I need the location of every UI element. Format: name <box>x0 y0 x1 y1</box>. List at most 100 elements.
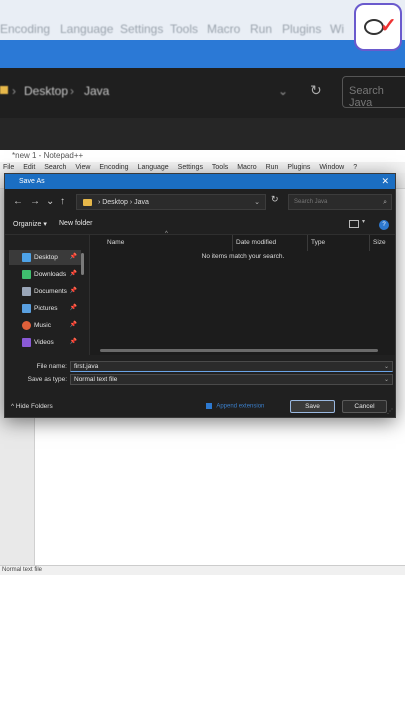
music-icon <box>22 321 31 330</box>
background-explorer: › Desktop › Java ⌄ ↻ Search Java <box>0 68 405 150</box>
chevron-down-icon[interactable]: ⌄ <box>254 195 260 210</box>
menu-settings[interactable]: Settings <box>178 164 203 171</box>
dialog-navbar: ← → ⌄ ↑ › Desktop › Java ⌄ ↻ Search Java… <box>5 189 395 215</box>
checkmark-icon: ✓ <box>380 15 397 37</box>
search-input[interactable]: Search Java ⌕ <box>288 194 392 210</box>
chevron-down-icon: ⌄ <box>278 84 289 98</box>
forward-arrow-icon[interactable]: → <box>30 196 40 207</box>
file-name-input[interactable]: first.java ⌄ <box>70 361 393 372</box>
help-icon[interactable]: ? <box>379 220 389 230</box>
menu-help[interactable]: ? <box>353 164 357 171</box>
bg-menu-item: Run <box>250 22 273 36</box>
sidebar-label: Videos <box>34 339 54 346</box>
screen: Encoding Language Settings Tools Macro R… <box>0 0 405 720</box>
column-size[interactable]: Size <box>369 235 396 251</box>
video-icon <box>22 338 31 347</box>
search-placeholder: Search Java <box>294 199 328 205</box>
menu-encoding[interactable]: Encoding <box>99 164 128 171</box>
background-breadcrumb: › Desktop › Java ⌄ <box>0 82 300 104</box>
sidebar-item-pictures[interactable]: Pictures 📌 <box>9 301 81 316</box>
hide-folders-button[interactable]: ^ Hide Folders <box>11 403 53 410</box>
menu-macro[interactable]: Macro <box>237 164 256 171</box>
sidebar-item-downloads[interactable]: Downloads 📌 <box>9 267 81 282</box>
sidebar-scrollbar[interactable] <box>81 253 84 275</box>
address-crumb-desktop[interactable]: Desktop <box>102 199 128 206</box>
sidebar-label: Desktop <box>34 254 58 261</box>
file-name-value: first.java <box>74 363 99 370</box>
pin-icon: 📌 <box>69 288 77 294</box>
chevron-down-icon[interactable]: ▾ <box>362 218 365 225</box>
menu-language[interactable]: Language <box>138 164 169 171</box>
sidebar-item-music[interactable]: Music 📌 <box>9 318 81 333</box>
organize-button[interactable]: Organize ▾ <box>13 220 47 228</box>
chevron-right-icon: › <box>70 84 74 98</box>
background-search: Search Java <box>342 76 405 109</box>
save-type-select[interactable]: Normal text file ⌄ <box>70 374 393 385</box>
bg-menu-item: Macro <box>207 22 241 36</box>
column-date-modified[interactable]: Date modified <box>232 235 307 251</box>
pin-icon: 📌 <box>69 305 77 311</box>
desktop-icon <box>22 253 31 262</box>
append-extension-checkbox[interactable]: Append extension <box>206 403 264 410</box>
bg-menu-item: Language <box>60 22 114 36</box>
sidebar-label: Pictures <box>34 305 58 312</box>
folder-icon <box>0 86 8 94</box>
back-arrow-icon[interactable]: ← <box>13 196 23 207</box>
status-bar: Normal text file <box>0 565 405 575</box>
sidebar-label: Music <box>34 322 51 329</box>
menu-plugins[interactable]: Plugins <box>287 164 310 171</box>
sidebar-item-desktop[interactable]: Desktop 📌 <box>9 250 81 265</box>
view-list-icon[interactable] <box>349 220 359 228</box>
menu-run[interactable]: Run <box>266 164 279 171</box>
menu-view[interactable]: View <box>75 164 90 171</box>
chevron-down-icon[interactable]: ⌄ <box>384 375 389 385</box>
navigation-pane: Desktop 📌 Downloads 📌 Documents 📌 Pictur… <box>5 235 87 355</box>
menu-search[interactable]: Search <box>44 164 66 171</box>
folder-icon <box>83 198 92 206</box>
append-extension-label: Append extension <box>216 403 265 410</box>
horizontal-scrollbar[interactable] <box>100 349 378 352</box>
refresh-icon[interactable]: ↻ <box>271 194 279 205</box>
background-toolbar <box>0 118 405 150</box>
save-button[interactable]: Save <box>290 400 335 413</box>
column-type[interactable]: Type <box>307 235 369 251</box>
hide-folders-label: Hide Folders <box>15 403 53 410</box>
save-as-dialog: Save As ✕ ← → ⌄ ↑ › Desktop › Java ⌄ ↻ S… <box>4 173 396 418</box>
bg-menu-item: Tools <box>170 22 199 36</box>
menu-window[interactable]: Window <box>319 164 344 171</box>
document-icon <box>22 287 31 296</box>
notepad-menubar: File Edit Search View Encoding Language … <box>0 162 405 173</box>
cancel-button[interactable]: Cancel <box>342 400 387 413</box>
save-type-value: Normal text file <box>74 376 118 383</box>
pin-icon: 📌 <box>69 271 77 277</box>
chevron-down-icon[interactable]: ⌄ <box>46 196 54 207</box>
resize-grip-icon[interactable]: ⋰ <box>387 408 393 415</box>
close-icon[interactable]: ✕ <box>381 174 389 189</box>
bg-menu-item: Plugins <box>282 22 322 36</box>
sidebar-label: Downloads <box>34 271 67 278</box>
sidebar-label: Documents <box>34 288 67 295</box>
address-crumb-java[interactable]: Java <box>134 199 149 206</box>
sidebar-item-videos[interactable]: Videos 📌 <box>9 335 81 350</box>
address-bar[interactable]: › Desktop › Java ⌄ <box>76 194 266 210</box>
menu-file[interactable]: File <box>3 164 14 171</box>
save-type-row: Save as type: Normal text file ⌄ <box>5 374 395 386</box>
file-name-row: File name: first.java ⌄ <box>5 361 395 373</box>
menu-edit[interactable]: Edit <box>23 164 35 171</box>
file-name-label: File name: <box>36 363 67 370</box>
up-arrow-icon[interactable]: ↑ <box>60 196 65 207</box>
new-folder-button[interactable]: New folder <box>59 220 92 227</box>
command-bar: Organize ▾ New folder ▾ ? <box>5 215 395 235</box>
organize-label: Organize <box>13 221 42 228</box>
picture-icon <box>22 304 31 313</box>
dialog-titlebar: Save As ✕ <box>5 174 395 189</box>
chevron-right-icon: › <box>12 84 16 98</box>
chevron-down-icon[interactable]: ⌄ <box>384 362 389 372</box>
sidebar-item-documents[interactable]: Documents 📌 <box>9 284 81 299</box>
menu-tools[interactable]: Tools <box>212 164 228 171</box>
status-text: Normal text file <box>2 567 43 573</box>
dialog-title: Save As <box>19 178 45 185</box>
column-name[interactable]: Name <box>104 235 232 251</box>
bg-crumb-java: Java <box>84 84 110 98</box>
search-icon: ⌕ <box>383 199 387 206</box>
